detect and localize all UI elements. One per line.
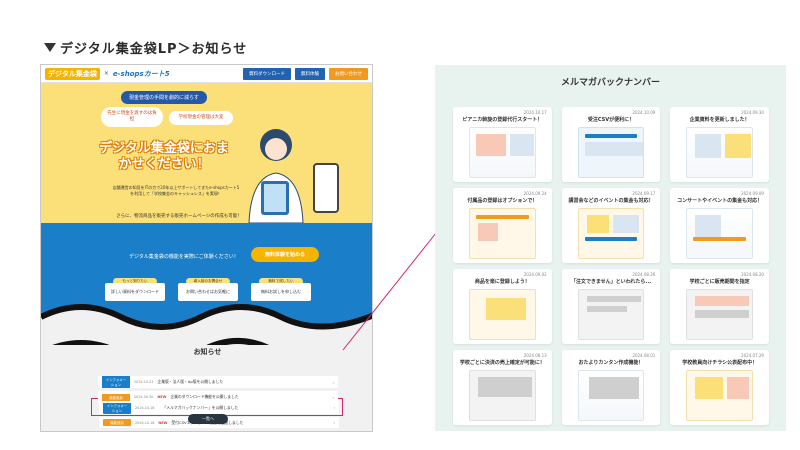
- backnumber-card[interactable]: 2024.09.09 コンサートやイベントの集金も対応！: [670, 188, 769, 263]
- card-thumbnail: [686, 370, 753, 421]
- backnumber-title: メルマガバックナンバー: [560, 78, 660, 88]
- section-heading-text: デジタル集金袋LP＞お知らせ: [60, 42, 248, 57]
- header-contact-button[interactable]: お問い合わせ: [329, 67, 368, 80]
- smartphone-illustration: [313, 163, 339, 213]
- card-thumbnail: [469, 370, 536, 421]
- card-thumbnail: [469, 289, 536, 340]
- card-date: 2024.08.26: [632, 272, 656, 277]
- card-thumbnail: [469, 127, 536, 178]
- card-title: 学校ごとに決済の売上確定が可能に！: [459, 360, 545, 366]
- logo-eshops-cart: e-shopsカート5: [112, 69, 170, 78]
- backnumber-card[interactable]: 2024.09.02 商品を楽に登録しよう！: [453, 269, 552, 344]
- cta-text: デジタル集金袋の機能を実際にご体験ください！: [129, 254, 239, 260]
- page: デジタル集金袋LP＞お知らせ デジタル集金袋 × e-shopsカート5 資料ダ…: [0, 0, 800, 450]
- news-row[interactable]: 機能追加 2024.09.30 NEW 企業のダウンロード機能を公開しました ›: [98, 391, 338, 403]
- news-date: 2024.09.30: [134, 395, 154, 399]
- triangle-down-icon: [44, 43, 56, 52]
- card-thumbnail: [577, 370, 645, 421]
- card-thumbnail: [577, 289, 645, 340]
- hero-bubble-1: 先生に現金を渡すのは負担: [101, 107, 163, 127]
- header-download-button[interactable]: 資料ダウンロード: [243, 67, 291, 80]
- news-tag: 機能追加: [102, 393, 130, 401]
- hero-description: 店舗運営の知見をITの力で20年以上サポートしてきたe-shopsカート5を利用…: [112, 185, 240, 196]
- news-list-button[interactable]: 一覧へ: [188, 414, 228, 424]
- card-date: 2024.09.17: [632, 191, 656, 196]
- card-date: 2024.08.01: [632, 353, 656, 358]
- cta-trial-button[interactable]: 無料体験を始める: [251, 247, 320, 262]
- card-thumbnail: [469, 208, 536, 259]
- backnumber-card[interactable]: 2024.08.26 「注文できません」といわれたら...: [561, 269, 661, 344]
- news-date: 2024.10.18: [135, 420, 155, 425]
- card-title: 学校ごとに販売期間を指定: [689, 279, 750, 285]
- card-title: 学校教員向けチラシ公表配布中！: [682, 360, 758, 366]
- backnumber-card[interactable]: 2024.10.17 ピアニカ斡旋の登録代行スタート！: [453, 107, 552, 182]
- news-row[interactable]: インフォメーション 2024.10.01 企業版・法人版・Ap版を公開しました …: [98, 376, 338, 388]
- hero-worry-label: 現金管理の手間を劇的に減らす: [121, 91, 207, 104]
- hero-section: 現金管理の手間を劇的に減らす 先生に現金を渡すのは負担 学校現金の管理は大変 デ…: [41, 83, 372, 223]
- news-title: お知らせ: [193, 348, 222, 356]
- wave-divider: [41, 304, 372, 355]
- card-date: 2024.09.24: [523, 191, 547, 196]
- card-date: 2024.10.09: [632, 110, 656, 115]
- card-thumbnail: [577, 127, 645, 178]
- card-title: ピアニカ斡旋の登録代行スタート！: [462, 117, 543, 123]
- news-text: 企業のダウンロード機能を公開しました: [170, 394, 239, 399]
- card-title: 付属品の登録はオプションで！: [467, 198, 538, 204]
- backnumber-card[interactable]: 2024.10.09 受注CSVが便利に！: [561, 107, 661, 182]
- chevron-right-icon: ›: [332, 394, 334, 400]
- person-with-tablet-illustration: [248, 129, 304, 223]
- news-new-badge: NEW: [157, 395, 167, 399]
- card-date: 2024.07.29: [741, 353, 764, 358]
- backnumber-card[interactable]: 2024.08.13 学校ごとに決済の売上確定が可能に！: [453, 350, 552, 425]
- lp-header: デジタル集金袋 × e-shopsカート5 資料ダウンロード 無料体験 お問い合…: [41, 65, 372, 83]
- backnumber-card[interactable]: 2024.08.01 おたよりカンタン作成機能！: [561, 350, 661, 425]
- chevron-right-icon: ›: [332, 379, 334, 385]
- card-date: 2024.10.17: [523, 110, 547, 115]
- card-thumbnail: [686, 208, 753, 259]
- card-thumbnail: [686, 127, 753, 178]
- card-date: 2024.09.09: [741, 191, 764, 196]
- card-title: 商品を楽に登録しよう！: [474, 279, 530, 285]
- card-title: 受注CSVが便利に！: [587, 117, 635, 123]
- news-date: 2024.10.01: [134, 380, 154, 384]
- card-thumbnail: [577, 208, 645, 259]
- hero-title: デジタル集金袋におまかせください！: [99, 141, 229, 172]
- card-date: 2024.09.30: [741, 110, 764, 115]
- news-new-badge: NEW: [158, 420, 168, 425]
- hero-bubble-2: 学校現金の管理は大変: [169, 111, 233, 125]
- chevron-right-icon: ›: [333, 420, 335, 425]
- news-list-extra: インフォメーション 2024.10.01 企業版・法人版・Ap版を公開しました …: [98, 376, 338, 406]
- card-title: 講習会などのイベントの集金も対応！: [568, 198, 654, 204]
- backnumber-card[interactable]: 2024.09.17 講習会などのイベントの集金も対応！: [561, 188, 661, 263]
- backnumber-card[interactable]: 2024.07.29 学校教員向けチラシ公表配布中！: [670, 350, 769, 425]
- news-date: 2024.10.18: [135, 405, 155, 410]
- card-date: 2024.08.20: [741, 272, 764, 277]
- card-date: 2024.09.02: [523, 272, 547, 277]
- backnumber-card[interactable]: 2024.09.24 付属品の登録はオプションで！: [453, 188, 552, 263]
- backnumber-panel: メルマガバックナンバー 2024.10.17 ピアニカ斡旋の登録代行スタート！ …: [435, 65, 786, 431]
- card-title: おたよりカンタン作成機能！: [578, 360, 644, 366]
- card-title: 企業資料を更新しました！: [689, 117, 750, 123]
- news-tag: インフォメーション: [102, 376, 130, 388]
- logo-separator: ×: [103, 70, 109, 77]
- backnumber-grid: 2024.10.17 ピアニカ斡旋の登録代行スタート！ 2024.10.09 受…: [453, 107, 769, 425]
- section-heading: デジタル集金袋LP＞お知らせ: [44, 38, 247, 57]
- card-date: 2024.08.13: [523, 353, 547, 358]
- backnumber-card[interactable]: 2024.09.30 企業資料を更新しました！: [670, 107, 769, 182]
- logo-digital-shukinbukuro[interactable]: デジタル集金袋: [45, 67, 100, 80]
- card-title: コンサートやイベントの集金も対応！: [677, 198, 763, 204]
- card-title: 「注文できません」といわれたら...: [570, 279, 652, 285]
- header-trial-button[interactable]: 無料体験: [295, 67, 325, 80]
- backnumber-card[interactable]: 2024.08.20 学校ごとに販売期間を指定: [670, 269, 769, 344]
- news-text: 企業版・法人版・Ap版を公開しました: [157, 379, 224, 384]
- news-tag: 機能追加: [103, 419, 131, 426]
- hero-description-2: さらに、物流商品を販売する販売ホームページの作成も可能！: [116, 214, 242, 219]
- card-thumbnail: [686, 289, 753, 340]
